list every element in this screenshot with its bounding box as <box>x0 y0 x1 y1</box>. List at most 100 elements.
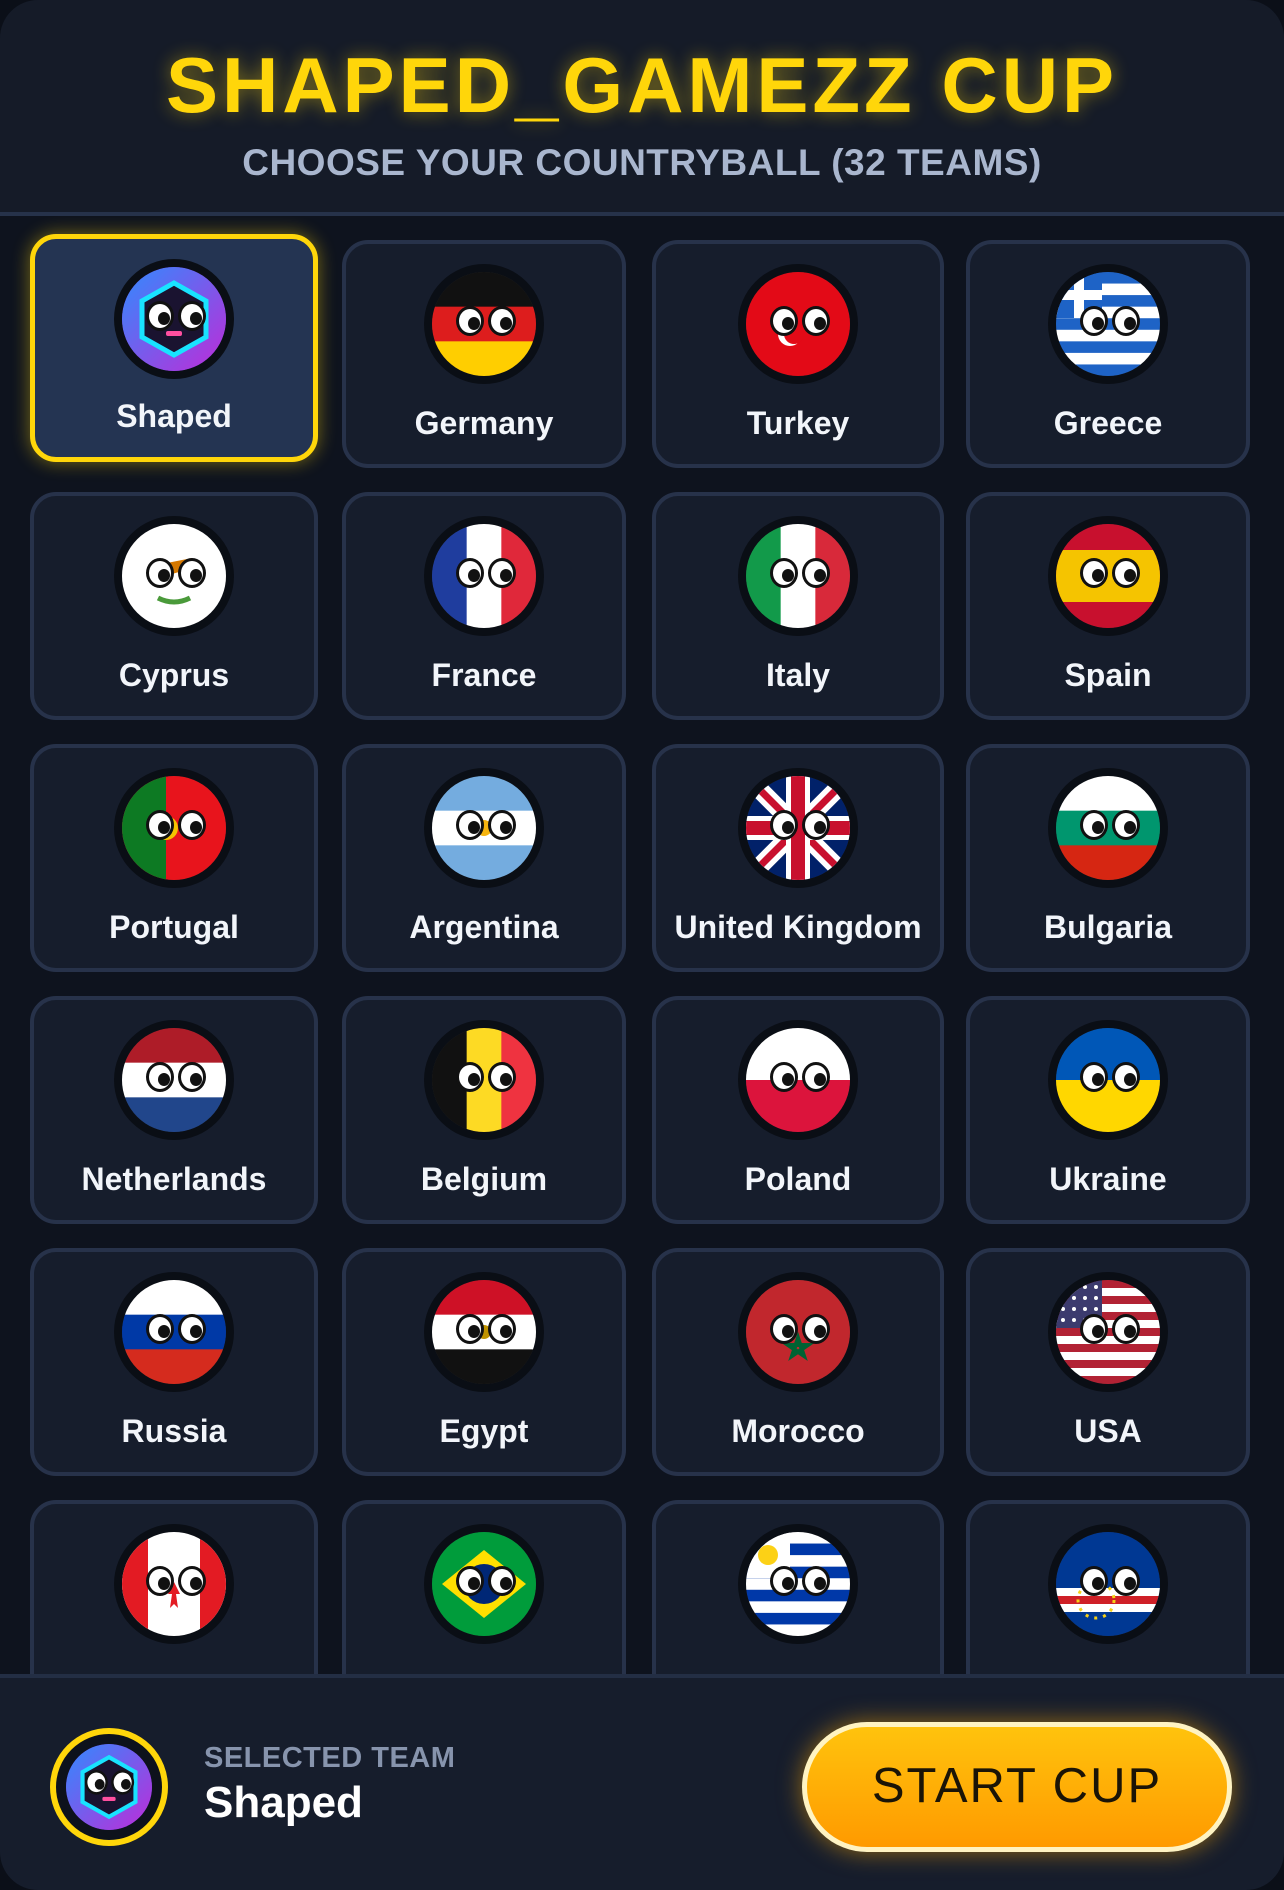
selected-team-name: Shaped <box>204 1778 363 1827</box>
shaped-ball-icon <box>122 267 226 371</box>
team-card-france[interactable]: France <box>342 492 626 720</box>
team-name-label: Portugal <box>109 909 239 945</box>
team-name-label: United Kingdom <box>674 909 922 945</box>
team-grid: Shaped Germany Turkey Greece Cyprus France Ita… <box>0 216 1284 1674</box>
team-card-italy[interactable]: Italy <box>652 492 944 720</box>
morocco-ball-icon <box>746 1280 850 1384</box>
team-name-label: Egypt <box>439 1413 529 1449</box>
team-card-uruguay[interactable] <box>652 1500 944 1674</box>
team-card-usa[interactable]: USA <box>966 1248 1250 1476</box>
ukraine-ball-icon <box>1056 1028 1160 1132</box>
eyes-icon <box>764 1062 834 1102</box>
eyes-icon <box>764 1314 834 1354</box>
team-card-canada[interactable] <box>30 1500 318 1674</box>
team-name-label: Germany <box>414 405 554 441</box>
team-card-uk[interactable]: United Kingdom <box>652 744 944 972</box>
eyes-icon <box>450 306 520 346</box>
netherlands-ball-icon <box>122 1028 226 1132</box>
team-card-ukraine[interactable]: Ukraine <box>966 996 1250 1224</box>
canada-ball-icon <box>122 1532 226 1636</box>
greece-ball-icon <box>1056 272 1160 376</box>
eyes-icon <box>764 810 834 850</box>
eyes-icon <box>764 306 834 346</box>
france-ball-icon <box>432 524 536 628</box>
eyes-icon <box>450 1566 520 1606</box>
argentina-ball-icon <box>432 776 536 880</box>
russia-ball-icon <box>122 1280 226 1384</box>
team-name-label: Turkey <box>746 405 850 441</box>
team-card-argentina[interactable]: Argentina <box>342 744 626 972</box>
team-card-germany[interactable]: Germany <box>342 240 626 468</box>
team-name-label: Cyprus <box>118 657 230 693</box>
eyes-icon <box>1074 810 1144 850</box>
usa-ball-icon <box>1056 1280 1160 1384</box>
eyes-icon <box>764 1566 834 1606</box>
selected-team-label: SELECTED TEAM <box>204 1742 456 1774</box>
team-name-label: Netherlands <box>81 1161 267 1197</box>
team-name-label: Bulgaria <box>1043 909 1173 945</box>
team-name-label: Greece <box>1053 405 1163 441</box>
shaped-ball-icon <box>66 1744 152 1830</box>
footer-bar: SELECTED TEAM Shaped START CUP <box>0 1674 1284 1890</box>
eyes-icon <box>140 1314 210 1354</box>
team-card-turkey[interactable]: Turkey <box>652 240 944 468</box>
spain-ball-icon <box>1056 524 1160 628</box>
uruguay-ball-icon <box>746 1532 850 1636</box>
team-card-portugal[interactable]: Portugal <box>30 744 318 972</box>
eyes-icon <box>450 1314 520 1354</box>
team-card-netherlands[interactable]: Netherlands <box>30 996 318 1224</box>
eyes-icon <box>764 558 834 598</box>
team-card-egypt[interactable]: Egypt <box>342 1248 626 1476</box>
team-name-label: Poland <box>744 1161 852 1197</box>
app-frame: SHAPED_GAMEZZ CUP CHOOSE YOUR COUNTRYBAL… <box>0 0 1284 1890</box>
team-name-label: USA <box>1074 1413 1142 1449</box>
uk-ball-icon <box>746 776 850 880</box>
italy-ball-icon <box>746 524 850 628</box>
team-card-poland[interactable]: Poland <box>652 996 944 1224</box>
eyes-icon <box>140 558 210 598</box>
team-name-label: Spain <box>1064 657 1152 693</box>
team-card-cape-verde[interactable] <box>966 1500 1250 1674</box>
page-subtitle: CHOOSE YOUR COUNTRYBALL (32 TEAMS) <box>242 142 1042 183</box>
team-card-morocco[interactable]: Morocco <box>652 1248 944 1476</box>
team-name-label: Argentina <box>409 909 559 945</box>
eyes-icon <box>1074 306 1144 346</box>
team-name-label: France <box>431 657 537 693</box>
eyes-icon <box>140 1062 210 1102</box>
selected-team-avatar <box>50 1728 168 1846</box>
team-card-spain[interactable]: Spain <box>966 492 1250 720</box>
team-card-brazil[interactable] <box>342 1500 626 1674</box>
team-card-belgium[interactable]: Belgium <box>342 996 626 1224</box>
team-name-label: Shaped <box>116 398 232 434</box>
belgium-ball-icon <box>432 1028 536 1132</box>
team-name-label: Ukraine <box>1049 1161 1167 1197</box>
brazil-ball-icon <box>432 1532 536 1636</box>
eyes-icon <box>450 558 520 598</box>
eyes-icon <box>450 1062 520 1102</box>
team-name-label: Morocco <box>731 1413 865 1449</box>
page-title: SHAPED_GAMEZZ CUP <box>165 41 1119 129</box>
eyes-icon <box>80 1770 137 1803</box>
eyes-icon <box>140 1566 210 1606</box>
eyes-icon <box>1074 1566 1144 1606</box>
start-cup-button[interactable]: START CUP <box>802 1722 1232 1852</box>
germany-ball-icon <box>432 272 536 376</box>
team-card-cyprus[interactable]: Cyprus <box>30 492 318 720</box>
poland-ball-icon <box>746 1028 850 1132</box>
eyes-icon <box>450 810 520 850</box>
eyes-icon <box>1074 558 1144 598</box>
cyprus-ball-icon <box>122 524 226 628</box>
portugal-ball-icon <box>122 776 226 880</box>
turkey-ball-icon <box>746 272 850 376</box>
team-name-label: Belgium <box>420 1161 548 1197</box>
team-card-bulgaria[interactable]: Bulgaria <box>966 744 1250 972</box>
bulgaria-ball-icon <box>1056 776 1160 880</box>
team-card-greece[interactable]: Greece <box>966 240 1250 468</box>
eyes-icon <box>140 810 210 850</box>
team-card-russia[interactable]: Russia <box>30 1248 318 1476</box>
team-card-shaped[interactable]: Shaped <box>30 234 318 462</box>
eyes-icon <box>1074 1314 1144 1354</box>
egypt-ball-icon <box>432 1280 536 1384</box>
team-name-label: Russia <box>121 1413 227 1449</box>
team-name-label: Italy <box>765 657 831 693</box>
